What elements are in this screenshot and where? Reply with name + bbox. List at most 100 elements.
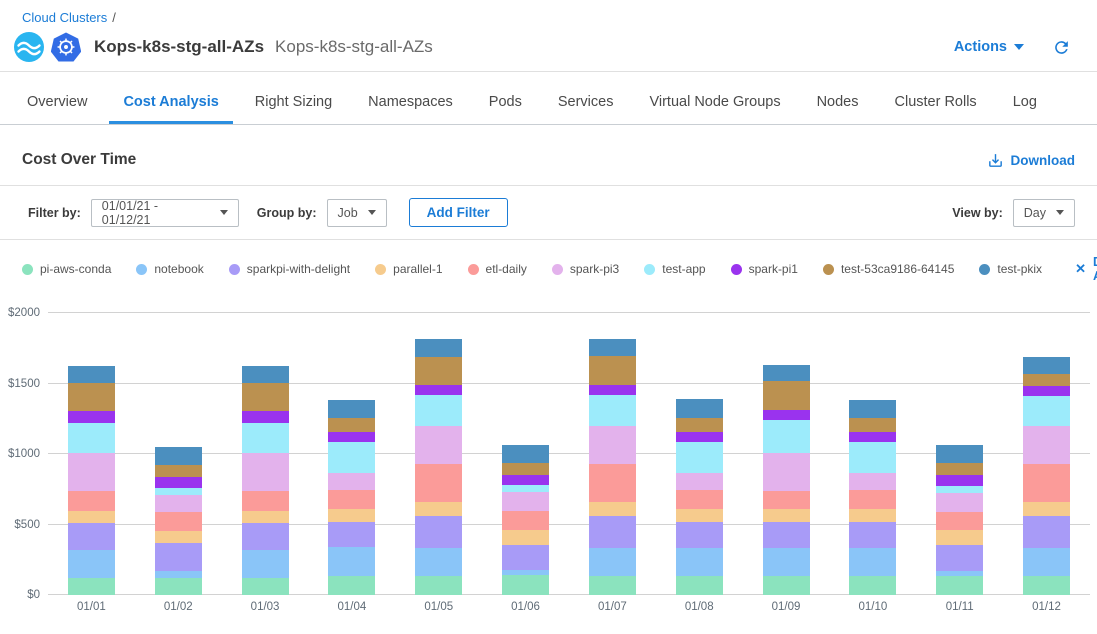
bar-01/02[interactable] — [155, 447, 202, 595]
bar-segment-test-app[interactable] — [155, 488, 202, 495]
bar-segment-test-app[interactable] — [849, 442, 896, 473]
bar-segment-notebook[interactable] — [849, 548, 896, 576]
bar-segment-pi-aws-conda[interactable] — [1023, 576, 1070, 595]
legend-item-test-53ca9186-64145[interactable]: test-53ca9186-64145 — [823, 262, 954, 276]
legend-item-spark-pi3[interactable]: spark-pi3 — [552, 262, 619, 276]
bar-01/01[interactable] — [68, 366, 115, 595]
bar-01/08[interactable] — [676, 399, 723, 595]
bar-segment-etl-daily[interactable] — [676, 490, 723, 508]
bar-segment-spark-pi3[interactable] — [589, 426, 636, 464]
bar-01/07[interactable] — [589, 339, 636, 595]
bar-segment-spark-pi1[interactable] — [68, 411, 115, 423]
bar-01/10[interactable] — [849, 400, 896, 595]
bar-segment-test-app[interactable] — [502, 485, 549, 492]
breadcrumb-link-cloud-clusters[interactable]: Cloud Clusters — [22, 10, 107, 25]
bar-segment-spark-pi3[interactable] — [328, 473, 375, 490]
legend-item-pi-aws-conda[interactable]: pi-aws-conda — [22, 262, 111, 276]
bar-segment-pi-aws-conda[interactable] — [589, 576, 636, 595]
tab-nodes[interactable]: Nodes — [815, 94, 861, 124]
bar-segment-test-53ca9186-64145[interactable] — [936, 463, 983, 475]
bar-segment-pi-aws-conda[interactable] — [242, 578, 289, 595]
bar-segment-pi-aws-conda[interactable] — [849, 576, 896, 595]
view-by-select[interactable]: Day — [1013, 199, 1075, 227]
bar-segment-pi-aws-conda[interactable] — [68, 578, 115, 595]
bar-segment-test-pkix[interactable] — [68, 366, 115, 384]
tab-virtual-node-groups[interactable]: Virtual Node Groups — [647, 94, 782, 124]
tab-cost-analysis[interactable]: Cost Analysis — [121, 94, 220, 124]
bar-segment-parallel-1[interactable] — [328, 509, 375, 522]
bar-01/06[interactable] — [502, 445, 549, 595]
bar-segment-test-53ca9186-64145[interactable] — [502, 463, 549, 475]
bar-segment-sparkpi-with-delight[interactable] — [68, 523, 115, 549]
bar-segment-etl-daily[interactable] — [415, 464, 462, 502]
bar-01/12[interactable] — [1023, 357, 1070, 596]
bar-segment-etl-daily[interactable] — [589, 464, 636, 502]
bar-segment-parallel-1[interactable] — [155, 531, 202, 543]
date-range-select[interactable]: 01/01/21 - 01/12/21 — [91, 199, 239, 227]
bar-01/03[interactable] — [242, 366, 289, 595]
bar-segment-sparkpi-with-delight[interactable] — [242, 523, 289, 549]
bar-segment-notebook[interactable] — [68, 550, 115, 579]
refresh-button[interactable] — [1052, 38, 1071, 57]
bar-segment-spark-pi3[interactable] — [415, 426, 462, 464]
bar-segment-test-app[interactable] — [415, 395, 462, 426]
bar-segment-parallel-1[interactable] — [1023, 502, 1070, 517]
bar-segment-test-pkix[interactable] — [415, 339, 462, 357]
legend-item-test-app[interactable]: test-app — [644, 262, 705, 276]
download-button[interactable]: Download — [987, 152, 1076, 169]
bar-segment-spark-pi1[interactable] — [849, 432, 896, 442]
bar-segment-test-pkix[interactable] — [155, 447, 202, 464]
bar-segment-test-53ca9186-64145[interactable] — [242, 383, 289, 411]
bar-segment-spark-pi3[interactable] — [68, 453, 115, 491]
bar-segment-test-pkix[interactable] — [763, 365, 810, 382]
bar-segment-notebook[interactable] — [328, 547, 375, 576]
bar-segment-sparkpi-with-delight[interactable] — [849, 522, 896, 548]
bar-segment-spark-pi3[interactable] — [676, 473, 723, 491]
bar-segment-test-app[interactable] — [763, 420, 810, 452]
bar-segment-etl-daily[interactable] — [242, 491, 289, 510]
bar-segment-test-app[interactable] — [936, 486, 983, 493]
bar-segment-test-53ca9186-64145[interactable] — [155, 465, 202, 477]
bar-segment-test-pkix[interactable] — [589, 339, 636, 355]
bar-segment-parallel-1[interactable] — [415, 502, 462, 516]
tab-cluster-rolls[interactable]: Cluster Rolls — [893, 94, 979, 124]
bar-segment-test-53ca9186-64145[interactable] — [589, 356, 636, 385]
bar-segment-spark-pi3[interactable] — [849, 473, 896, 491]
bar-01/09[interactable] — [763, 365, 810, 595]
bar-segment-test-53ca9186-64145[interactable] — [1023, 374, 1070, 386]
bar-segment-spark-pi1[interactable] — [502, 475, 549, 485]
bar-segment-notebook[interactable] — [155, 571, 202, 578]
tab-right-sizing[interactable]: Right Sizing — [253, 94, 334, 124]
legend-item-sparkpi-with-delight[interactable]: sparkpi-with-delight — [229, 262, 350, 276]
bar-segment-parallel-1[interactable] — [68, 511, 115, 524]
actions-button[interactable]: Actions — [954, 39, 1024, 55]
group-by-select[interactable]: Job — [327, 199, 387, 227]
bar-segment-etl-daily[interactable] — [502, 511, 549, 530]
bar-segment-test-53ca9186-64145[interactable] — [676, 418, 723, 432]
bar-01/05[interactable] — [415, 339, 462, 595]
bar-segment-notebook[interactable] — [1023, 548, 1070, 576]
bar-segment-spark-pi1[interactable] — [415, 385, 462, 395]
bar-segment-pi-aws-conda[interactable] — [328, 576, 375, 595]
bar-segment-parallel-1[interactable] — [936, 530, 983, 545]
bar-segment-spark-pi1[interactable] — [242, 411, 289, 423]
bar-segment-notebook[interactable] — [763, 548, 810, 576]
tab-pods[interactable]: Pods — [487, 94, 524, 124]
legend-item-parallel-1[interactable]: parallel-1 — [375, 262, 442, 276]
bar-segment-notebook[interactable] — [676, 548, 723, 576]
bar-segment-pi-aws-conda[interactable] — [676, 576, 723, 595]
tab-namespaces[interactable]: Namespaces — [366, 94, 455, 124]
bar-segment-test-app[interactable] — [1023, 396, 1070, 427]
bar-segment-etl-daily[interactable] — [936, 512, 983, 530]
bar-segment-spark-pi1[interactable] — [763, 410, 810, 420]
bar-segment-parallel-1[interactable] — [502, 530, 549, 545]
legend-item-etl-daily[interactable]: etl-daily — [468, 262, 527, 276]
legend-item-test-pkix[interactable]: test-pkix — [979, 262, 1042, 276]
bar-segment-spark-pi3[interactable] — [936, 493, 983, 512]
bar-segment-spark-pi1[interactable] — [1023, 386, 1070, 395]
bar-segment-parallel-1[interactable] — [763, 509, 810, 522]
bar-segment-test-53ca9186-64145[interactable] — [849, 418, 896, 432]
bar-segment-etl-daily[interactable] — [1023, 464, 1070, 502]
bar-segment-pi-aws-conda[interactable] — [415, 576, 462, 595]
bar-segment-parallel-1[interactable] — [849, 509, 896, 522]
